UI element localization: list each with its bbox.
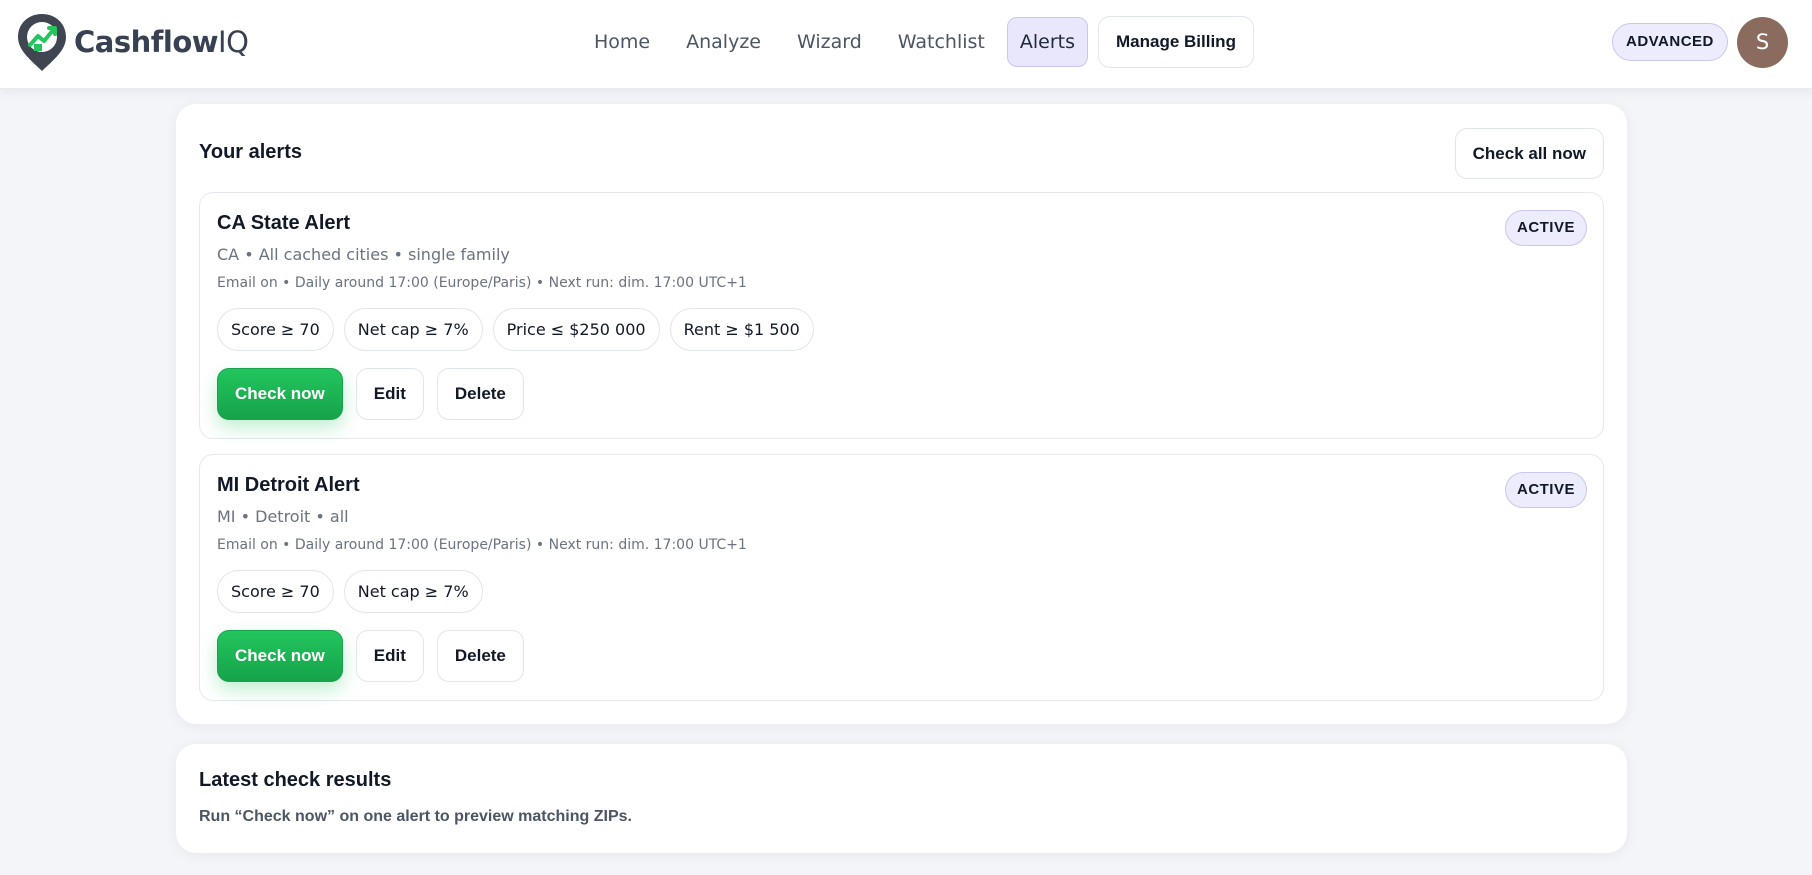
- logo-mark-icon: [18, 14, 66, 71]
- status-badge: ACTIVE: [1504, 210, 1587, 246]
- main-nav: Home Analyze Wizard Watchlist Alerts Man…: [576, 16, 1254, 68]
- status-badge: ACTIVE: [1504, 472, 1587, 508]
- alert-actions: Check now Edit Delete: [217, 630, 537, 682]
- alert-name: CA State Alert: [217, 212, 350, 234]
- alert-meta: CA • All cached cities • single family: [217, 245, 510, 264]
- manage-billing-button[interactable]: Manage Billing: [1098, 16, 1254, 68]
- alert-schedule: Email on • Daily around 17:00 (Europe/Pa…: [217, 275, 747, 291]
- delete-button[interactable]: Delete: [436, 368, 524, 420]
- nav-watchlist[interactable]: Watchlist: [880, 18, 1003, 66]
- results-panel-title: Latest check results: [199, 769, 392, 791]
- results-hint: Run “Check now” on one alert to preview …: [199, 808, 632, 825]
- top-header: CashflowIQ Home Analyze Wizard Watchlist…: [0, 0, 1812, 89]
- nav-home[interactable]: Home: [576, 18, 668, 66]
- delete-button[interactable]: Delete: [436, 630, 524, 682]
- check-now-button[interactable]: Check now: [217, 630, 343, 682]
- filter-chips: Score ≥ 70 Net cap ≥ 7%: [217, 570, 493, 613]
- nav-wizard[interactable]: Wizard: [779, 18, 880, 66]
- check-all-now-button[interactable]: Check all now: [1454, 128, 1604, 179]
- results-panel: Latest check results Run “Check now” on …: [176, 744, 1627, 853]
- app-logo[interactable]: CashflowIQ: [16, 11, 249, 73]
- alert-card: MI Detroit Alert MI • Detroit • all Emai…: [199, 454, 1604, 701]
- edit-button[interactable]: Edit: [355, 368, 424, 420]
- alert-schedule: Email on • Daily around 17:00 (Europe/Pa…: [217, 537, 747, 553]
- app-name-main: Cashflow: [74, 25, 219, 59]
- alert-name: MI Detroit Alert: [217, 474, 360, 496]
- filter-chip-score: Score ≥ 70: [217, 570, 334, 613]
- filter-chip-score: Score ≥ 70: [217, 308, 334, 351]
- filter-chip-net-cap: Net cap ≥ 7%: [343, 570, 483, 613]
- nav-alerts[interactable]: Alerts: [1006, 17, 1088, 67]
- filter-chips: Score ≥ 70 Net cap ≥ 7% Price ≤ $250 000…: [217, 308, 824, 351]
- nav-analyze[interactable]: Analyze: [668, 18, 779, 66]
- app-name: CashflowIQ: [74, 25, 249, 59]
- check-now-button[interactable]: Check now: [217, 368, 343, 420]
- alerts-panel-title: Your alerts: [199, 141, 302, 163]
- alert-actions: Check now Edit Delete: [217, 368, 537, 420]
- plan-badge: ADVANCED: [1612, 23, 1728, 61]
- app-name-suffix: IQ: [218, 25, 249, 59]
- alert-meta: MI • Detroit • all: [217, 507, 349, 526]
- filter-chip-price: Price ≤ $250 000: [492, 308, 660, 351]
- alerts-panel: Your alerts Check all now CA State Alert…: [176, 104, 1627, 724]
- avatar[interactable]: S: [1737, 17, 1788, 68]
- alert-card: CA State Alert CA • All cached cities • …: [199, 192, 1604, 439]
- edit-button[interactable]: Edit: [355, 630, 424, 682]
- filter-chip-net-cap: Net cap ≥ 7%: [343, 308, 483, 351]
- filter-chip-rent: Rent ≥ $1 500: [669, 308, 814, 351]
